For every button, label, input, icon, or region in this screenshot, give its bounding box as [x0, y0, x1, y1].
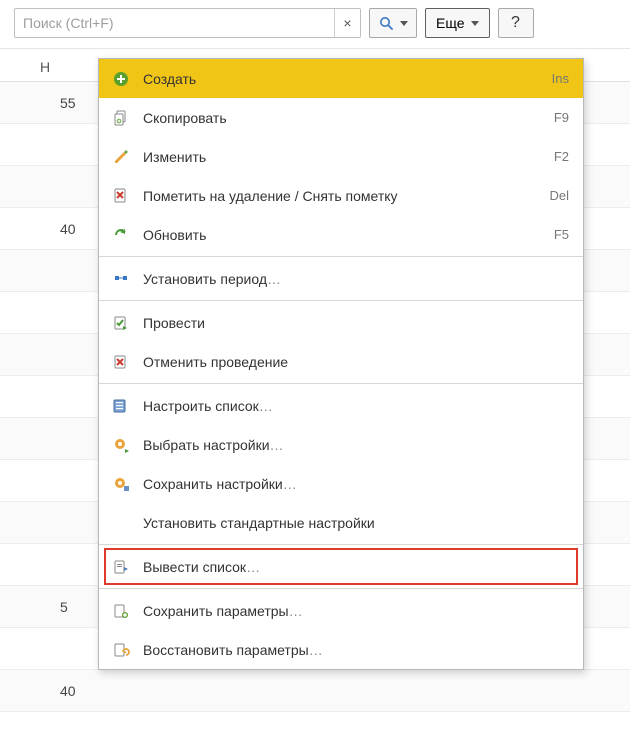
menu-item-label: Установить стандартные настройки: [143, 515, 569, 531]
menu-item-label: Провести: [143, 315, 569, 331]
menu-item-label: Вывести список…: [143, 559, 569, 575]
menu-item-11[interactable]: Настроить список…: [99, 386, 583, 425]
menu-item-12[interactable]: Выбрать настройки…: [99, 425, 583, 464]
search-field-wrapper: ×: [14, 8, 361, 38]
mark-delete-icon: [111, 186, 131, 206]
save-settings-icon: [111, 474, 131, 494]
menu-item-label: Обновить: [143, 227, 542, 243]
select-settings-icon: [111, 435, 131, 455]
grid-header-label: Н: [40, 59, 50, 75]
chevron-down-icon: [471, 21, 479, 26]
period-icon: [111, 269, 131, 289]
restore-params-icon: [111, 640, 131, 660]
menu-item-shortcut: F2: [554, 149, 569, 164]
menu-item-shortcut: F9: [554, 110, 569, 125]
magnifier-icon: [378, 15, 394, 31]
more-button[interactable]: Еще: [425, 8, 490, 38]
search-dropdown-button[interactable]: [369, 8, 417, 38]
menu-item-8[interactable]: Провести: [99, 303, 583, 342]
configure-list-icon: [111, 396, 131, 416]
output-list-icon: [111, 557, 131, 577]
chevron-down-icon: [400, 21, 408, 26]
post-icon: [111, 313, 131, 333]
save-params-icon: [111, 601, 131, 621]
menu-item-label: Выбрать настройки…: [143, 437, 569, 453]
menu-separator: [99, 383, 583, 384]
menu-item-4[interactable]: Обновить F5: [99, 215, 583, 254]
more-button-label: Еще: [436, 15, 465, 31]
unpost-icon: [111, 352, 131, 372]
menu-item-13[interactable]: Сохранить настройки…: [99, 464, 583, 503]
menu-separator: [99, 544, 583, 545]
menu-separator: [99, 256, 583, 257]
menu-item-14[interactable]: Установить стандартные настройки: [99, 503, 583, 542]
menu-item-label: Сохранить настройки…: [143, 476, 569, 492]
menu-item-label: Пометить на удаление / Снять пометку: [143, 188, 537, 204]
menu-item-label: Создать: [143, 71, 540, 87]
menu-item-9[interactable]: Отменить проведение: [99, 342, 583, 381]
menu-item-1[interactable]: Скопировать F9: [99, 98, 583, 137]
menu-item-label: Установить период…: [143, 271, 569, 287]
blank-icon: [111, 513, 131, 533]
menu-separator: [99, 588, 583, 589]
menu-item-label: Сохранить параметры…: [143, 603, 569, 619]
menu-item-label: Отменить проведение: [143, 354, 569, 370]
menu-item-19[interactable]: Восстановить параметры…: [99, 630, 583, 669]
help-button[interactable]: ?: [498, 8, 534, 38]
menu-separator: [99, 300, 583, 301]
menu-item-18[interactable]: Сохранить параметры…: [99, 591, 583, 630]
menu-item-3[interactable]: Пометить на удаление / Снять пометку Del: [99, 176, 583, 215]
menu-item-label: Настроить список…: [143, 398, 569, 414]
menu-item-shortcut: F5: [554, 227, 569, 242]
context-menu: Создать Ins Скопировать F9 Изменить F2 Пометит…: [98, 58, 584, 670]
menu-item-shortcut: Del: [549, 188, 569, 203]
menu-item-label: Восстановить параметры…: [143, 642, 569, 658]
menu-item-6[interactable]: Установить период…: [99, 259, 583, 298]
menu-item-label: Изменить: [143, 149, 542, 165]
menu-item-16[interactable]: Вывести список…: [99, 547, 583, 586]
grid-row[interactable]: 40: [0, 670, 630, 712]
menu-item-label: Скопировать: [143, 110, 542, 126]
refresh-icon: [111, 225, 131, 245]
plus-circle-icon: [111, 69, 131, 89]
clear-search-button[interactable]: ×: [334, 9, 360, 37]
menu-item-shortcut: Ins: [552, 71, 569, 86]
search-input[interactable]: [15, 9, 334, 37]
toolbar: × Еще ?: [0, 0, 630, 49]
pencil-icon: [111, 147, 131, 167]
copy-doc-icon: [111, 108, 131, 128]
menu-item-2[interactable]: Изменить F2: [99, 137, 583, 176]
menu-item-0[interactable]: Создать Ins: [99, 59, 583, 98]
